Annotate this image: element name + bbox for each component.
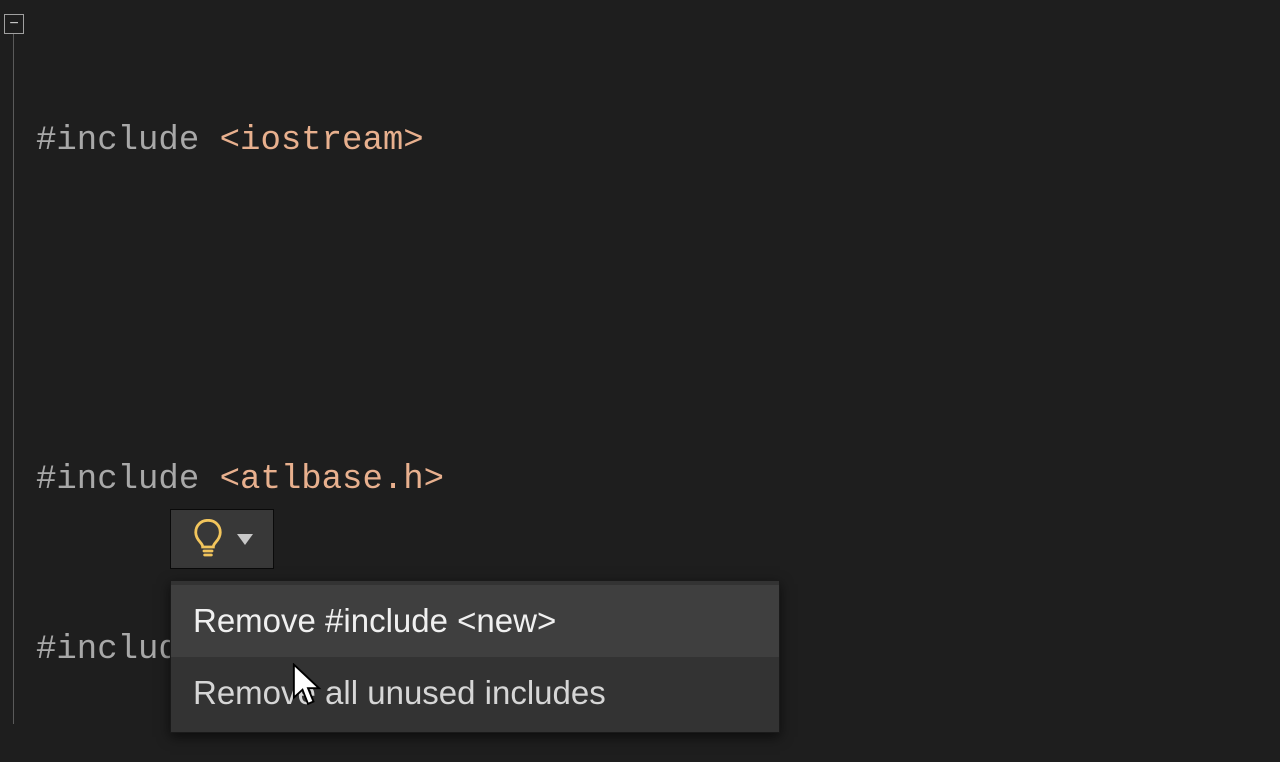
menu-item-label: Remove #include <new> bbox=[193, 602, 556, 639]
directive: #include bbox=[36, 461, 220, 499]
code-line[interactable]: #include <atlbase.h> bbox=[36, 452, 648, 509]
lightbulb-icon bbox=[191, 519, 225, 559]
quick-actions-lightbulb[interactable] bbox=[170, 509, 274, 569]
fold-guide-line bbox=[13, 34, 14, 724]
gutter: − bbox=[0, 0, 30, 762]
menu-item-label: Remove all unused includes bbox=[193, 674, 606, 711]
header: <iostream> bbox=[220, 122, 424, 160]
fold-glyph: − bbox=[9, 16, 19, 32]
chevron-down-icon bbox=[237, 534, 253, 545]
code-line-blank[interactable] bbox=[36, 283, 648, 340]
directive: #include bbox=[36, 122, 220, 160]
menu-item-remove-include[interactable]: Remove #include <new> bbox=[171, 585, 779, 657]
header: <atlbase.h> bbox=[220, 461, 444, 499]
code-editor[interactable]: − #include <iostream> #include <atlbase.… bbox=[0, 0, 1280, 762]
menu-item-remove-all-unused[interactable]: Remove all unused includes bbox=[171, 657, 779, 729]
code-line[interactable]: #include <iostream> bbox=[36, 113, 648, 170]
fold-collapse-icon[interactable]: − bbox=[4, 14, 24, 34]
quick-actions-menu: Remove #include <new> Remove all unused … bbox=[170, 580, 780, 733]
